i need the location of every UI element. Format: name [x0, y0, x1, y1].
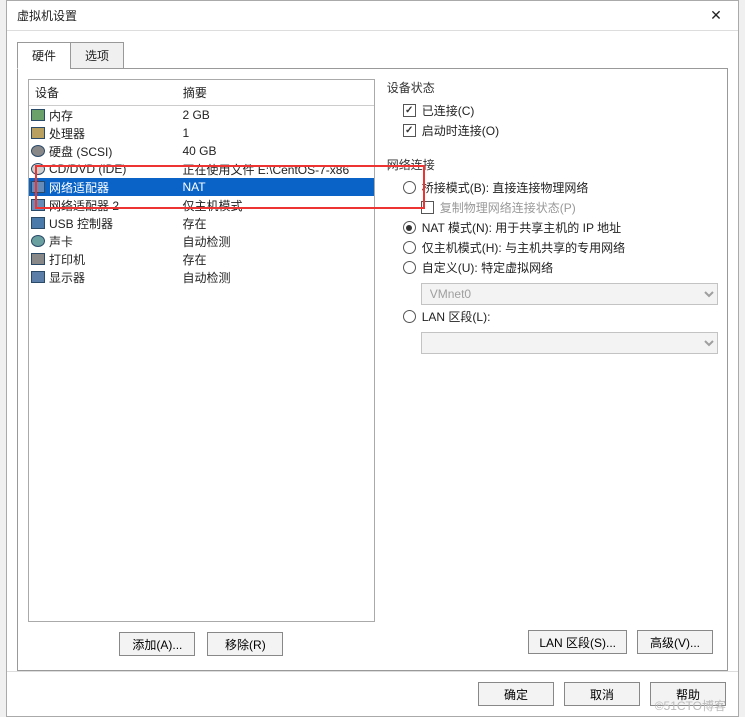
mem-icon: [31, 109, 45, 121]
radio-hostonly[interactable]: 仅主机模式(H): 与主机共享的专用网络: [403, 239, 717, 256]
advanced-button[interactable]: 高级(V)...: [637, 630, 713, 654]
radio-icon: [403, 310, 416, 323]
close-icon: ✕: [710, 7, 722, 24]
radio-lan[interactable]: LAN 区段(L):: [403, 308, 717, 325]
disk-icon: [31, 145, 45, 157]
dialog-title: 虚拟机设置: [17, 7, 77, 24]
device-name: 处理器: [49, 125, 85, 142]
device-row[interactable]: 处理器 1: [29, 124, 374, 142]
radio-icon: [403, 241, 416, 254]
device-summary: 仅主机模式: [182, 197, 371, 214]
device-summary: NAT: [182, 180, 371, 194]
device-name: 声卡: [49, 233, 73, 250]
right-column: 设备状态 已连接(C) 启动时连接(O) 网络连接 桥接模式(B): 直接连接物: [387, 79, 717, 660]
device-summary: 40 GB: [182, 144, 371, 158]
device-row[interactable]: 打印机 存在: [29, 250, 374, 268]
checkbox-icon: [421, 201, 434, 214]
cd-icon: [31, 163, 45, 175]
device-summary: 2 GB: [182, 108, 371, 122]
device-name: CD/DVD (IDE): [49, 162, 126, 176]
device-name: USB 控制器: [49, 215, 113, 232]
device-buttons: 添加(A)... 移除(R): [28, 622, 375, 660]
content-area: 硬件 选项 设备 摘要 内存 2 GB 处理器 1 硬盘 (SCSI) 40 GB CD/D…: [7, 31, 738, 671]
add-button[interactable]: 添加(A)...: [119, 632, 195, 656]
device-status-title: 设备状态: [387, 79, 717, 96]
chk-replicate-label: 复制物理网络连接状态(P): [440, 199, 576, 216]
device-summary: 存在: [182, 215, 371, 232]
device-list-body[interactable]: 内存 2 GB 处理器 1 硬盘 (SCSI) 40 GB CD/DVD (IDE) 正在使用…: [29, 106, 374, 621]
radio-lan-label: LAN 区段(L):: [422, 308, 491, 325]
device-row[interactable]: 显示器 自动检测: [29, 268, 374, 286]
printer-icon: [31, 253, 45, 265]
device-name: 显示器: [49, 269, 85, 286]
net-icon: [31, 199, 45, 211]
lan-segments-button[interactable]: LAN 区段(S)...: [528, 630, 627, 654]
device-summary: 存在: [182, 251, 371, 268]
header-device: 设备: [35, 84, 183, 101]
tabs: 硬件 选项: [17, 42, 728, 69]
radio-icon: [403, 261, 416, 274]
device-list: 设备 摘要 内存 2 GB 处理器 1 硬盘 (SCSI) 40 GB CD/DVD (ID…: [28, 79, 375, 622]
net-icon: [31, 181, 45, 193]
titlebar: 虚拟机设置 ✕: [7, 1, 738, 31]
remove-button[interactable]: 移除(R): [207, 632, 283, 656]
radio-hostonly-label: 仅主机模式(H): 与主机共享的专用网络: [422, 239, 625, 256]
device-row[interactable]: 硬盘 (SCSI) 40 GB: [29, 142, 374, 160]
tab-options[interactable]: 选项: [70, 42, 124, 69]
header-summary: 摘要: [183, 84, 368, 101]
checkbox-icon: [403, 124, 416, 137]
tab-body: 设备 摘要 内存 2 GB 处理器 1 硬盘 (SCSI) 40 GB CD/DVD (ID…: [17, 68, 728, 671]
lan-segment-select: [421, 332, 718, 354]
radio-bridged[interactable]: 桥接模式(B): 直接连接物理网络: [403, 179, 717, 196]
cpu-icon: [31, 127, 45, 139]
custom-vmnet-select: VMnet0: [421, 283, 718, 305]
group-network: 网络连接 桥接模式(B): 直接连接物理网络 复制物理网络连接状态(P) NAT…: [387, 156, 717, 354]
cancel-button[interactable]: 取消: [564, 682, 640, 706]
device-row[interactable]: 声卡 自动检测: [29, 232, 374, 250]
device-row[interactable]: 内存 2 GB: [29, 106, 374, 124]
left-column: 设备 摘要 内存 2 GB 处理器 1 硬盘 (SCSI) 40 GB CD/DVD (ID…: [28, 79, 375, 660]
sound-icon: [31, 235, 45, 247]
device-row[interactable]: 网络适配器 NAT: [29, 178, 374, 196]
vm-settings-dialog: 虚拟机设置 ✕ 硬件 选项 设备 摘要 内存 2 GB 处理器 1 硬盘 (SCSI) 4…: [6, 0, 739, 717]
radio-nat[interactable]: NAT 模式(N): 用于共享主机的 IP 地址: [403, 219, 717, 236]
radio-custom[interactable]: 自定义(U): 特定虚拟网络: [403, 259, 717, 276]
chk-connected-label: 已连接(C): [422, 102, 475, 119]
device-row[interactable]: 网络适配器 2 仅主机模式: [29, 196, 374, 214]
display-icon: [31, 271, 45, 283]
radio-icon: [403, 181, 416, 194]
device-row[interactable]: USB 控制器 存在: [29, 214, 374, 232]
usb-icon: [31, 217, 45, 229]
radio-custom-label: 自定义(U): 特定虚拟网络: [422, 259, 553, 276]
network-title: 网络连接: [387, 156, 717, 173]
chk-connect-at-power-label: 启动时连接(O): [422, 122, 499, 139]
radio-nat-label: NAT 模式(N): 用于共享主机的 IP 地址: [422, 219, 621, 236]
watermark: ©51CTO博客: [655, 697, 726, 714]
chk-connected[interactable]: 已连接(C): [403, 102, 717, 119]
device-name: 打印机: [49, 251, 85, 268]
group-device-status: 设备状态 已连接(C) 启动时连接(O): [387, 79, 717, 142]
close-button[interactable]: ✕: [694, 1, 738, 31]
right-button-row: LAN 区段(S)... 高级(V)...: [387, 626, 717, 660]
bottom-bar: 确定 取消 帮助 ©51CTO博客: [7, 671, 738, 716]
checkbox-icon: [403, 104, 416, 117]
device-name: 硬盘 (SCSI): [49, 143, 112, 160]
ok-button[interactable]: 确定: [478, 682, 554, 706]
device-list-header: 设备 摘要: [29, 80, 374, 106]
chk-replicate: 复制物理网络连接状态(P): [421, 199, 717, 216]
radio-bridged-label: 桥接模式(B): 直接连接物理网络: [422, 179, 589, 196]
device-summary: 自动检测: [182, 233, 371, 250]
device-summary: 正在使用文件 E:\CentOS-7-x86: [182, 161, 371, 178]
device-name: 网络适配器 2: [49, 197, 119, 214]
device-name: 内存: [49, 107, 73, 124]
radio-icon: [403, 221, 416, 234]
device-name: 网络适配器: [49, 179, 109, 196]
device-row[interactable]: CD/DVD (IDE) 正在使用文件 E:\CentOS-7-x86: [29, 160, 374, 178]
device-summary: 自动检测: [182, 269, 371, 286]
tab-hardware[interactable]: 硬件: [17, 42, 71, 69]
chk-connect-at-power[interactable]: 启动时连接(O): [403, 122, 717, 139]
device-summary: 1: [182, 126, 371, 140]
